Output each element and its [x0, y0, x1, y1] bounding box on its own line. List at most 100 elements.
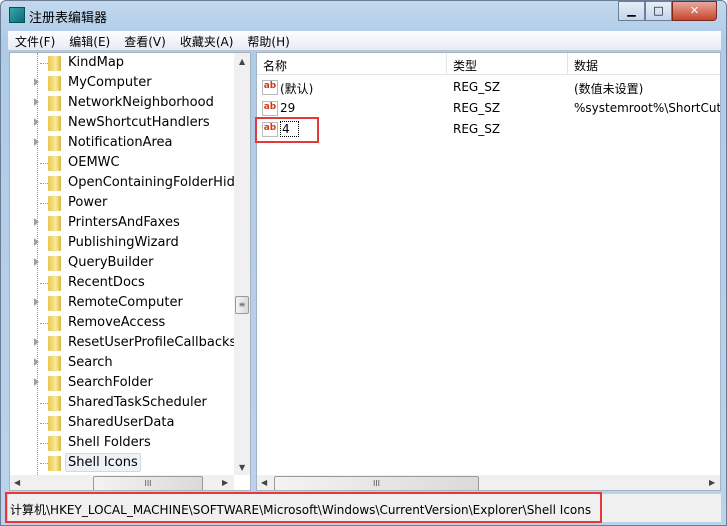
expand-arrow-icon[interactable]: [34, 78, 39, 86]
window-title: 注册表编辑器: [29, 11, 108, 26]
tree-item[interactable]: PrintersAndFaxes: [10, 213, 234, 233]
scroll-right-arrow-icon[interactable]: ▶: [709, 478, 715, 487]
tree-item[interactable]: NotificationArea: [10, 133, 234, 153]
tree-item[interactable]: MyComputer: [10, 73, 234, 93]
expand-arrow-icon[interactable]: [34, 378, 39, 386]
folder-icon: [48, 296, 61, 311]
expand-arrow-icon[interactable]: [34, 138, 39, 146]
expand-arrow-icon[interactable]: [34, 258, 39, 266]
tree-item-label: OpenContainingFolderHidde: [68, 175, 234, 190]
column-header-data[interactable]: 数据: [568, 53, 720, 75]
tree-vertical-scrollbar[interactable]: ▲ ≡ ▼: [234, 53, 250, 475]
menu-item[interactable]: 文件(F): [8, 31, 62, 50]
folder-icon: [48, 416, 61, 431]
folder-icon: [48, 276, 61, 291]
tree-item-label: QueryBuilder: [68, 255, 154, 270]
tree-connector: [40, 283, 48, 284]
expand-arrow-icon[interactable]: [34, 358, 39, 366]
expand-arrow-icon[interactable]: [34, 298, 39, 306]
tree-item[interactable]: NewShortcutHandlers: [10, 113, 234, 133]
folder-icon: [48, 96, 61, 111]
tree-item[interactable]: RecentDocs: [10, 273, 234, 293]
tree-item[interactable]: Search: [10, 353, 234, 373]
scroll-thumb[interactable]: III: [93, 476, 203, 490]
folder-icon: [48, 256, 61, 271]
expand-arrow-icon[interactable]: [34, 218, 39, 226]
value-row[interactable]: ab 4 REG_SZ: [257, 119, 720, 140]
tree-item[interactable]: Power: [10, 193, 234, 213]
tree-item[interactable]: RemoveAccess: [10, 313, 234, 333]
scroll-thumb[interactable]: III: [274, 476, 479, 490]
tree-item-label: OEMWC: [68, 155, 120, 170]
tree-horizontal-scrollbar[interactable]: ◀ III ▶: [10, 475, 234, 490]
tree-connector: [40, 423, 48, 424]
tree-item[interactable]: SharedUserData: [10, 413, 234, 433]
minimize-button[interactable]: ▁: [618, 1, 645, 21]
key-tree: KindMap MyComputer NetworkNeighborhood NewS…: [9, 52, 251, 491]
value-row[interactable]: ab 29 REG_SZ %systemroot%\ShortCut.: [257, 98, 720, 119]
value-name: (默认): [280, 82, 314, 96]
tree-connector: [40, 63, 48, 64]
expand-arrow-icon[interactable]: [34, 98, 39, 106]
value-row[interactable]: ab (默认) REG_SZ (数值未设置): [257, 77, 720, 98]
tree-item-label: ResetUserProfileCallbacks: [68, 335, 234, 350]
expand-arrow-icon[interactable]: [34, 238, 39, 246]
tree-connector: [40, 183, 48, 184]
folder-icon: [48, 156, 61, 171]
string-value-icon: ab: [262, 101, 278, 116]
tree-item[interactable]: NetworkNeighborhood: [10, 93, 234, 113]
menu-item[interactable]: 查看(V): [117, 31, 173, 50]
tree-item[interactable]: QueryBuilder: [10, 253, 234, 273]
string-value-icon: ab: [262, 80, 278, 95]
tree-item[interactable]: RemoteComputer: [10, 293, 234, 313]
value-data: (数值未设置): [574, 82, 644, 96]
column-header-type[interactable]: 类型: [447, 53, 568, 75]
tree-item[interactable]: Shell Icons: [10, 453, 234, 473]
tree-item[interactable]: SearchFolder: [10, 373, 234, 393]
tree-item-label: KindMap: [68, 55, 125, 70]
expand-arrow-icon[interactable]: [34, 118, 39, 126]
maximize-button[interactable]: □: [645, 1, 672, 21]
scroll-up-arrow-icon[interactable]: ▲: [239, 57, 245, 66]
tree-item-label: Shell Icons: [65, 453, 141, 472]
folder-icon: [48, 196, 61, 211]
tree-item[interactable]: OEMWC: [10, 153, 234, 173]
menu-item[interactable]: 收藏夹(A): [173, 31, 241, 50]
menu-item[interactable]: 编辑(E): [62, 31, 117, 50]
tree-item-label: Shell Folders: [68, 435, 151, 450]
tree-item[interactable]: ResetUserProfileCallbacks: [10, 333, 234, 353]
value-data: %systemroot%\ShortCut.: [574, 101, 721, 115]
folder-icon: [48, 176, 61, 191]
tree-connector: [40, 163, 48, 164]
menu-bar: 文件(F) 编辑(E) 查看(V) 收藏夹(A) 帮助(H): [8, 31, 721, 51]
tree-item-label: RemoteComputer: [68, 295, 183, 310]
value-name: 29: [280, 101, 296, 115]
values-list: 名称 类型 数据 ab (默认) REG_SZ (数值未设置) ab 29 REG_SZ %s…: [256, 52, 721, 491]
tree-item[interactable]: PublishingWizard: [10, 233, 234, 253]
value-type: REG_SZ: [453, 122, 501, 136]
tree-connector: [40, 323, 48, 324]
scroll-left-arrow-icon[interactable]: ◀: [14, 478, 20, 487]
column-header-name[interactable]: 名称: [257, 53, 447, 75]
folder-icon: [48, 356, 61, 371]
values-horizontal-scrollbar[interactable]: ◀ III ▶: [257, 475, 720, 490]
scroll-thumb[interactable]: ≡: [235, 296, 249, 314]
folder-icon: [48, 376, 61, 391]
folder-icon: [48, 456, 61, 471]
value-type: REG_SZ: [453, 80, 501, 94]
tree-item[interactable]: OpenContainingFolderHidde: [10, 173, 234, 193]
folder-icon: [48, 56, 61, 71]
close-button[interactable]: ✕: [672, 1, 717, 21]
tree-item-label: MyComputer: [68, 75, 152, 90]
scroll-down-arrow-icon[interactable]: ▼: [239, 463, 245, 472]
menu-item[interactable]: 帮助(H): [240, 31, 296, 50]
tree-item[interactable]: SharedTaskScheduler: [10, 393, 234, 413]
tree-item[interactable]: KindMap: [10, 53, 234, 73]
expand-arrow-icon[interactable]: [34, 338, 39, 346]
scroll-right-arrow-icon[interactable]: ▶: [222, 478, 228, 487]
tree-item-label: Search: [68, 355, 113, 370]
tree-item[interactable]: Shell Folders: [10, 433, 234, 453]
scroll-left-arrow-icon[interactable]: ◀: [261, 478, 267, 487]
folder-icon: [48, 316, 61, 331]
tree-item-label: RemoveAccess: [68, 315, 166, 330]
